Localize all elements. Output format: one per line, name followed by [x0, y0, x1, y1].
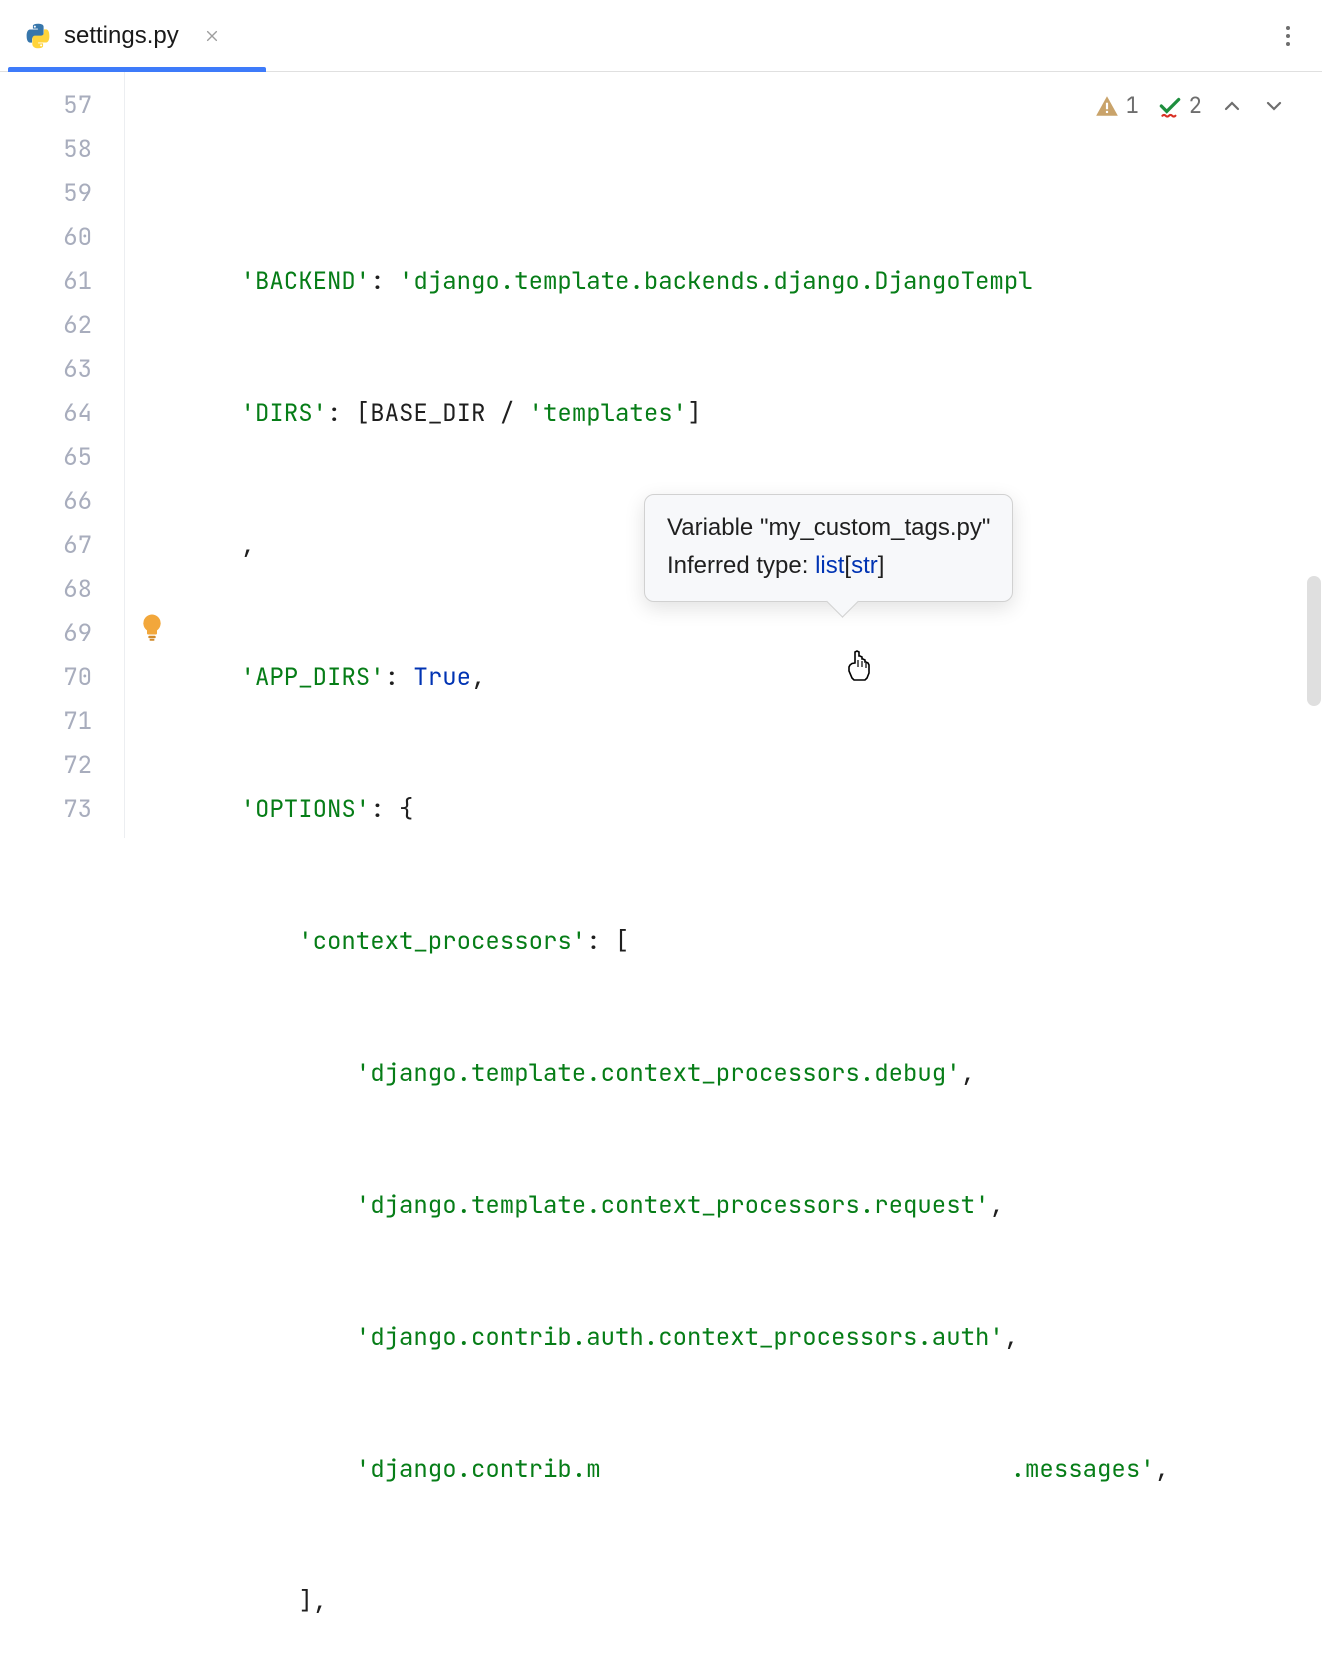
pointer-cursor-icon — [844, 648, 874, 687]
code-line-57[interactable]: 'BACKEND': 'django.template.backends.dja… — [183, 260, 1322, 304]
tab-options-menu-icon[interactable] — [1268, 16, 1308, 56]
typos-indicator[interactable]: 2 — [1157, 84, 1202, 128]
code-line-61[interactable]: 'OPTIONS': { — [183, 788, 1322, 832]
code-line-63[interactable]: 'django.template.context_processors.debu… — [183, 1052, 1322, 1096]
code-content[interactable]: 1 2 'BACKEND': 'django.template.backends… — [125, 72, 1322, 838]
python-file-icon — [24, 22, 52, 50]
typo-icon — [1157, 93, 1183, 119]
code-line-64[interactable]: 'django.template.context_processors.requ… — [183, 1184, 1322, 1228]
line-number-gutter: 57 58 59 60 61 62 63 64 65 66 67 68 69 7… — [0, 72, 125, 838]
warnings-indicator[interactable]: 1 — [1094, 84, 1139, 128]
code-editor[interactable]: 57 58 59 60 61 62 63 64 65 66 67 68 69 7… — [0, 72, 1322, 838]
code-line-65[interactable]: 'django.contrib.auth.context_processors.… — [183, 1316, 1322, 1360]
file-tab-settings[interactable]: settings.py — [8, 0, 241, 71]
prev-highlight-icon[interactable] — [1220, 94, 1244, 118]
editor-tab-bar: settings.py — [0, 0, 1322, 72]
code-line-66[interactable]: 'django.contrib.m.messages', — [183, 1448, 1322, 1492]
close-tab-button[interactable] — [199, 23, 225, 49]
code-line-60[interactable]: 'APP_DIRS': True, — [183, 656, 1322, 700]
code-line-62[interactable]: 'context_processors': [ — [183, 920, 1322, 964]
quick-doc-tooltip: Variable "my_custom_tags.py" Inferred ty… — [644, 494, 1013, 602]
vertical-scrollbar[interactable] — [1307, 576, 1321, 706]
inspections-widget[interactable]: 1 2 — [1094, 84, 1286, 128]
tooltip-line-1: Variable "my_custom_tags.py" — [667, 509, 990, 547]
typos-count: 2 — [1189, 84, 1202, 128]
warnings-count: 1 — [1126, 84, 1139, 128]
file-tab-label: settings.py — [64, 22, 179, 50]
warning-icon — [1094, 93, 1120, 119]
code-line-67[interactable]: ], — [183, 1580, 1322, 1624]
next-highlight-icon[interactable] — [1262, 94, 1286, 118]
tooltip-line-2: Inferred type: list[str] — [667, 547, 990, 585]
code-line-58[interactable]: 'DIRS': [BASE_DIR / 'templates'] — [183, 392, 1322, 436]
